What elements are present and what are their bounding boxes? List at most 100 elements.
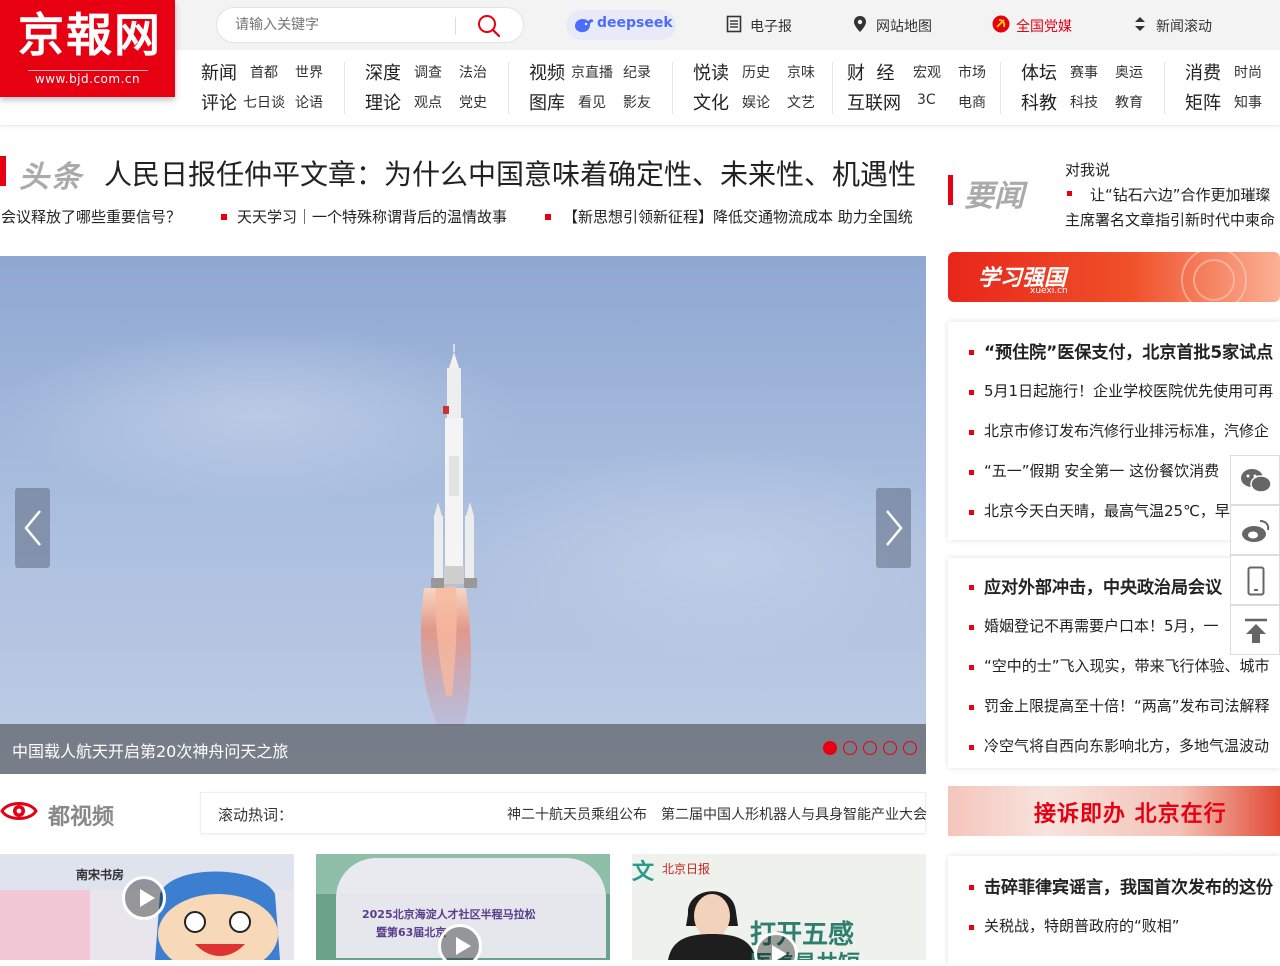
news-link[interactable]: 北京市修订发布汽修行业排污标准，汽修企 xyxy=(984,420,1269,441)
next-slide-button[interactable] xyxy=(876,488,911,568)
caption-bar: 中国载人航天开启第20次神舟问天之旅 xyxy=(0,724,926,774)
nav-seven-days[interactable]: 七日谈 xyxy=(243,92,285,112)
nav-photo-friends[interactable]: 影友 xyxy=(623,92,651,112)
nav-fashion[interactable]: 时尚 xyxy=(1234,62,1262,82)
news-link[interactable]: 冷空气将自西向东影响北方，多地气温波动 xyxy=(984,735,1269,756)
hot-word-link[interactable]: 神二十航天员乘组公布 xyxy=(507,804,647,824)
yaowen-link[interactable]: 对我说 xyxy=(1065,159,1110,180)
nav-entertainment[interactable]: 娱论 xyxy=(742,92,770,112)
video-thumb-3[interactable]: 文 北京日报 打开五感 医美是井短 xyxy=(632,854,926,960)
xuexi-banner[interactable]: 学习强国 xuexi.cn xyxy=(948,252,1280,302)
nav-party-history[interactable]: 党史 xyxy=(459,92,487,112)
video-thumb-1[interactable]: 南宋书房 xyxy=(0,854,294,960)
back-to-top-button[interactable] xyxy=(1230,605,1280,655)
nav-tech[interactable]: 科技 xyxy=(1070,92,1098,112)
share-wechat-button[interactable] xyxy=(1230,455,1280,505)
sub-link[interactable]: 局会议释放了哪些重要信号？ xyxy=(0,206,181,227)
nav-comment[interactable]: 评论 xyxy=(201,89,237,115)
yaowen-link[interactable]: 主席署名文章指引新时代中柬命 xyxy=(1065,209,1275,230)
nav-culture[interactable]: 文化 xyxy=(693,89,729,115)
e-paper-link[interactable]: 电子报 xyxy=(726,15,796,35)
nav-macro[interactable]: 宏观 xyxy=(913,62,941,82)
nav-video[interactable]: 视频 xyxy=(529,59,565,85)
nav-zhishi[interactable]: 知事 xyxy=(1234,92,1262,112)
logo-url: www.bjd.com.cn xyxy=(34,72,141,86)
jiesu-jiban-banner[interactable]: 接诉即办 北京在行 xyxy=(948,786,1280,836)
nav-consumption[interactable]: 消费 xyxy=(1185,59,1221,85)
nav-reading[interactable]: 悦读 xyxy=(693,59,729,85)
nav-events[interactable]: 赛事 xyxy=(1070,62,1098,82)
bullet xyxy=(969,390,974,395)
nav-education[interactable]: 教育 xyxy=(1115,92,1143,112)
share-weibo-button[interactable] xyxy=(1230,505,1280,555)
sub-link[interactable]: 【新思想引领新征程】降低交通物流成本 助力全国统 xyxy=(563,206,913,227)
carousel-dot[interactable] xyxy=(823,741,837,755)
site-logo[interactable]: 京報网 www.bjd.com.cn xyxy=(0,0,175,97)
prev-slide-button[interactable] xyxy=(15,488,50,568)
bullet xyxy=(969,665,974,670)
carousel-dot[interactable] xyxy=(843,741,857,755)
nav-sports[interactable]: 体坛 xyxy=(1021,59,1057,85)
nav-olympics[interactable]: 奥运 xyxy=(1115,62,1143,82)
sitemap-link[interactable]: 网站地图 xyxy=(852,15,934,35)
sub-link[interactable]: 天天学习｜一个特殊称谓背后的温情故事 xyxy=(237,206,507,227)
nav-world[interactable]: 世界 xyxy=(295,62,323,82)
news-link[interactable]: 北京今天白天晴，最高气温25℃，早 xyxy=(984,500,1230,521)
news-scroll-link[interactable]: 新闻滚动 xyxy=(1132,15,1220,35)
carousel-caption[interactable]: 中国载人航天开启第20次神舟问天之旅 xyxy=(12,738,288,762)
thumb-paper-badge: 北京日报 xyxy=(662,862,711,876)
nav-arts[interactable]: 文艺 xyxy=(787,92,815,112)
nav-live[interactable]: 京直播 xyxy=(571,62,613,82)
lead-news-link[interactable]: “预住院”医保支付，北京首批5家试点 xyxy=(984,338,1273,363)
nav-news[interactable]: 新闻 xyxy=(201,59,237,85)
nav-finance[interactable]: 财 经 xyxy=(847,59,894,85)
nav-lunyu[interactable]: 论语 xyxy=(295,92,323,112)
mobile-version-button[interactable] xyxy=(1230,555,1280,605)
news-link[interactable]: 5月1日起施行！企业学校医院优先使用可再 xyxy=(984,380,1273,401)
nav-internet[interactable]: 互联网 xyxy=(847,89,901,115)
logo-divider xyxy=(28,70,148,71)
nav-law[interactable]: 法治 xyxy=(459,62,487,82)
nav-views[interactable]: 观点 xyxy=(414,92,442,112)
nav-separator xyxy=(1164,62,1165,114)
nav-matrix[interactable]: 矩阵 xyxy=(1185,89,1221,115)
carousel-dot[interactable] xyxy=(863,741,877,755)
nav-see[interactable]: 看见 xyxy=(578,92,606,112)
news-link[interactable]: 关税战，特朗普政府的“败相” xyxy=(984,915,1180,936)
rocket-launch-image xyxy=(0,326,926,726)
lead-news-link[interactable]: 应对外部冲击，中央政治局会议 xyxy=(984,573,1222,598)
search-input[interactable] xyxy=(235,15,445,35)
lead-news-link[interactable]: 击碎菲律宾谣言，我国首次发布的这份 xyxy=(984,873,1273,898)
news-link[interactable]: “五一”假期 安全第一 这份餐饮消费 xyxy=(984,460,1219,481)
nav-documentary[interactable]: 纪录 xyxy=(623,62,651,82)
deepseek-button[interactable]: deepseek xyxy=(566,10,676,40)
headline-marker xyxy=(0,156,6,186)
nav-gallery[interactable]: 图库 xyxy=(529,89,565,115)
nav-ecommerce[interactable]: 电商 xyxy=(958,92,986,112)
yaowen-link[interactable]: 让“钻石六边”合作更加璀璨 xyxy=(1090,184,1271,205)
news-link[interactable]: “空中的士”飞入现实，带来飞行体验、城市 xyxy=(984,655,1270,676)
nav-depth[interactable]: 深度 xyxy=(365,59,401,85)
sitemap-label: 网站地图 xyxy=(876,19,932,35)
party-media-link[interactable]: 全国党媒 xyxy=(992,15,1074,35)
news-link[interactable]: 罚金上限提高至十倍！“两高”发布司法解释 xyxy=(984,695,1270,716)
nav-3c[interactable]: 3C xyxy=(917,92,936,108)
carousel-dot[interactable] xyxy=(883,741,897,755)
hot-word-link[interactable]: 第二届中国人形机器人与具身智能产业大会 xyxy=(661,804,927,824)
nav-capital[interactable]: 首都 xyxy=(250,62,278,82)
nav-sci-edu[interactable]: 科教 xyxy=(1021,89,1057,115)
hero-carousel[interactable]: 中国载人航天开启第20次神舟问天之旅 xyxy=(0,256,926,774)
video-section-title[interactable]: 都视频 xyxy=(48,799,114,831)
nav-investigation[interactable]: 调查 xyxy=(414,62,442,82)
nav-market[interactable]: 市场 xyxy=(958,62,986,82)
carousel-dot[interactable] xyxy=(903,741,917,755)
nav-beijing-flavor[interactable]: 京味 xyxy=(787,62,815,82)
news-link[interactable]: 婚姻登记不再需要户口本！5月，一 xyxy=(984,615,1219,636)
search-button[interactable] xyxy=(475,12,503,40)
nav-history[interactable]: 历史 xyxy=(742,62,770,82)
video-thumb-2[interactable]: 2025北京海淀人才社区半程马拉松 暨第63届北京 xyxy=(316,854,610,960)
nav-theory[interactable]: 理论 xyxy=(365,89,401,115)
emblem-watermark-icon xyxy=(1181,252,1247,302)
headline-title[interactable]: 人民日报任仲平文章：为什么中国意味着确定性、未来性、机遇性 xyxy=(104,153,916,193)
mobile-icon xyxy=(1247,566,1265,596)
